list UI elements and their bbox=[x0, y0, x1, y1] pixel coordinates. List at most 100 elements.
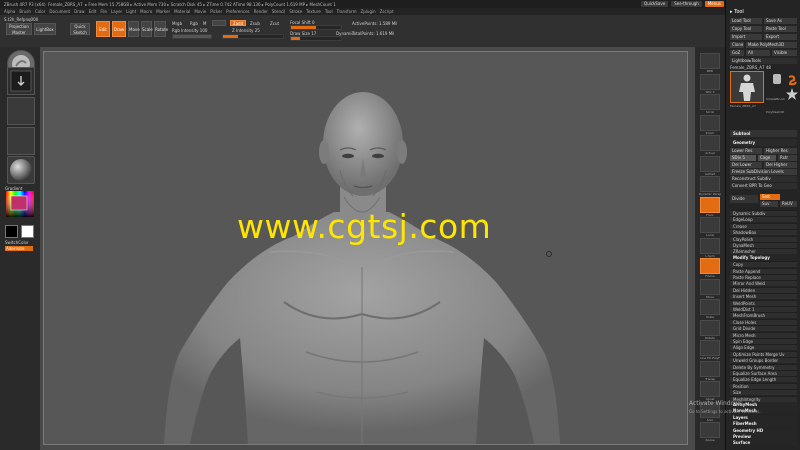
reconstruct-subdiv-button[interactable]: Reconstruct Subdiv bbox=[730, 176, 797, 182]
menu-edit[interactable]: Edit bbox=[89, 9, 97, 14]
sdiv-slider[interactable]: SDiv 5 bbox=[730, 155, 756, 161]
projection-master-button[interactable]: Projection Master bbox=[6, 23, 32, 35]
copy-tool-button[interactable]: Copy Tool bbox=[730, 26, 762, 32]
shelf-button-move[interactable] bbox=[700, 278, 720, 295]
clone-button[interactable]: Clone bbox=[730, 42, 744, 48]
rstr-button[interactable]: Rstr bbox=[778, 155, 797, 161]
menus-button[interactable]: Menus bbox=[704, 1, 724, 7]
menu-texture[interactable]: Texture bbox=[306, 9, 321, 14]
menu-transform[interactable]: Transform bbox=[337, 9, 357, 14]
reuv-toggle[interactable]: ReUV bbox=[780, 201, 797, 207]
main-color-swatch[interactable] bbox=[5, 225, 18, 238]
quicksave-button[interactable]: QuickSave bbox=[641, 1, 669, 7]
menu-zplugin[interactable]: Zplugin bbox=[361, 9, 376, 14]
menu-light[interactable]: Light bbox=[126, 9, 136, 14]
tray-item-edgeloop[interactable]: EdgeLoop bbox=[730, 216, 797, 223]
see-through-slider[interactable]: See-through bbox=[671, 1, 702, 7]
stroke-thumbnail[interactable] bbox=[7, 67, 35, 95]
tray-item-insert-mesh[interactable]: Insert Mesh bbox=[730, 293, 797, 300]
tray-item-grid-divide[interactable]: Grid Divide bbox=[730, 325, 797, 332]
alpha-thumbnail[interactable] bbox=[7, 97, 35, 125]
menu-macro[interactable]: Macro bbox=[140, 9, 152, 14]
switch-color-button[interactable]: SwitchColor bbox=[5, 240, 29, 245]
menu-stroke[interactable]: Stroke bbox=[289, 9, 302, 14]
menu-brush[interactable]: Brush bbox=[19, 9, 31, 14]
cage-button[interactable]: Cage bbox=[758, 155, 776, 161]
tray-item-zremesher[interactable]: ZRemesher bbox=[730, 248, 797, 255]
save-as-button[interactable]: Save As bbox=[764, 18, 797, 24]
cylinder-tool-icon[interactable] bbox=[770, 71, 784, 85]
draw-mode-button[interactable]: Draw bbox=[112, 21, 126, 37]
m-toggle[interactable]: M bbox=[203, 21, 206, 26]
zadd-toggle-left[interactable] bbox=[212, 20, 226, 26]
convert-bpr-button[interactable]: Convert BPR To Geo bbox=[730, 183, 797, 189]
current-tool-thumbnail[interactable] bbox=[730, 71, 764, 103]
shelf-button-aahalf[interactable] bbox=[700, 155, 720, 172]
suv-toggle[interactable]: Suv bbox=[760, 201, 778, 207]
secondary-color-swatch[interactable] bbox=[21, 225, 34, 238]
goz-button[interactable]: GoZ bbox=[730, 50, 744, 56]
tray-item-meshfrombrush[interactable]: MeshFromBrush bbox=[730, 312, 797, 319]
import-button[interactable]: Import bbox=[730, 34, 762, 40]
scale-mode-button[interactable]: Scale bbox=[141, 21, 153, 37]
tray-item-delete-by-symmetry[interactable]: Delete By Symmetry bbox=[730, 363, 797, 370]
tray-item-weldpoints[interactable]: WeldPoints bbox=[730, 299, 797, 306]
menu-marker[interactable]: Marker bbox=[156, 9, 170, 14]
zadd-toggle[interactable]: Zadd bbox=[230, 20, 246, 26]
zsub-toggle[interactable]: Zsub bbox=[250, 21, 260, 26]
export-button[interactable]: Export bbox=[764, 34, 797, 40]
shelf-button-local[interactable] bbox=[700, 217, 720, 233]
focal-shift-slider[interactable] bbox=[290, 25, 342, 30]
tray-item-equalize-edge-length[interactable]: Equalize Edge Length bbox=[730, 376, 797, 383]
menu-draw[interactable]: Draw bbox=[74, 9, 84, 14]
tray-item-unweld-groups-border[interactable]: Unweld Groups Border bbox=[730, 357, 797, 364]
divide-button[interactable]: Divide bbox=[730, 195, 758, 203]
menu-tool[interactable]: Tool bbox=[325, 9, 333, 14]
shelf-button-line-fill-polyf[interactable] bbox=[700, 340, 720, 356]
goz-visible-button[interactable]: Visible bbox=[772, 50, 797, 56]
tray-item-preview[interactable]: Preview bbox=[730, 434, 797, 440]
shelf-button-spix-3[interactable] bbox=[700, 73, 720, 90]
zcut-toggle[interactable]: Zcut bbox=[270, 21, 279, 26]
menu-picker[interactable]: Picker bbox=[210, 9, 222, 14]
tray-item-crease[interactable]: Crease bbox=[730, 222, 797, 229]
tray-item-shadowbox[interactable]: ShadowBox bbox=[730, 229, 797, 236]
rgb-toggle[interactable]: Rgb bbox=[190, 21, 198, 26]
tray-item-dynamic-subdiv[interactable]: Dynamic Subdiv bbox=[730, 210, 797, 216]
simple-brush-icon[interactable] bbox=[786, 71, 798, 86]
tray-item-fibermesh[interactable]: FiberMesh bbox=[730, 421, 797, 428]
paste-tool-button[interactable]: Paste Tool bbox=[764, 26, 797, 32]
material-thumbnail[interactable] bbox=[7, 156, 35, 184]
menu-alpha[interactable]: Alpha bbox=[4, 9, 15, 14]
subtool-header[interactable]: Subtool bbox=[730, 130, 797, 137]
tray-item-spin-edge[interactable]: Spin Edge bbox=[730, 338, 797, 344]
shelf-button-transp[interactable] bbox=[700, 360, 720, 377]
tray-item-surface[interactable]: Surface bbox=[730, 440, 797, 447]
tray-item-close-holes[interactable]: Close Holes bbox=[730, 318, 797, 325]
menu-movie[interactable]: Movie bbox=[194, 9, 206, 14]
del-lower-button[interactable]: Del Lower bbox=[730, 162, 762, 168]
shelf-button-xpose[interactable] bbox=[700, 422, 720, 438]
tray-item-copy[interactable]: Copy bbox=[730, 261, 797, 268]
smt-toggle[interactable]: Smt bbox=[760, 194, 780, 200]
move-mode-button[interactable]: Move bbox=[128, 21, 140, 37]
tray-item-optimize-points-merge-uv[interactable]: Optimize Points Merge Uv bbox=[730, 350, 797, 357]
texture-thumbnail[interactable] bbox=[7, 127, 35, 155]
tray-item-micro-mesh[interactable]: Micro Mesh bbox=[730, 331, 797, 338]
tray-item-align-edge[interactable]: Align Edge bbox=[730, 344, 797, 351]
tray-item-modify-topology[interactable]: Modify Topology bbox=[730, 254, 797, 261]
document-canvas[interactable] bbox=[40, 47, 695, 450]
z-intensity-slider[interactable] bbox=[222, 34, 284, 39]
tray-item-geometry-hd[interactable]: Geometry HD bbox=[730, 427, 797, 434]
draw-size-slider[interactable] bbox=[290, 36, 342, 41]
rotate-mode-button[interactable]: Rotate bbox=[154, 21, 168, 37]
menu-material[interactable]: Material bbox=[174, 9, 190, 14]
shelf-button-actual[interactable] bbox=[700, 135, 720, 151]
shelf-button-l-sym[interactable] bbox=[700, 237, 720, 254]
tray-item-position[interactable]: Position bbox=[730, 382, 797, 389]
del-higher-button[interactable]: Del Higher bbox=[764, 162, 797, 168]
dynamic-toggle[interactable]: Dynamic bbox=[336, 31, 354, 36]
shelf-button-frame[interactable] bbox=[700, 258, 720, 274]
geometry-header[interactable]: Geometry bbox=[730, 139, 797, 146]
higher-res-button[interactable]: Higher Res bbox=[764, 148, 797, 154]
